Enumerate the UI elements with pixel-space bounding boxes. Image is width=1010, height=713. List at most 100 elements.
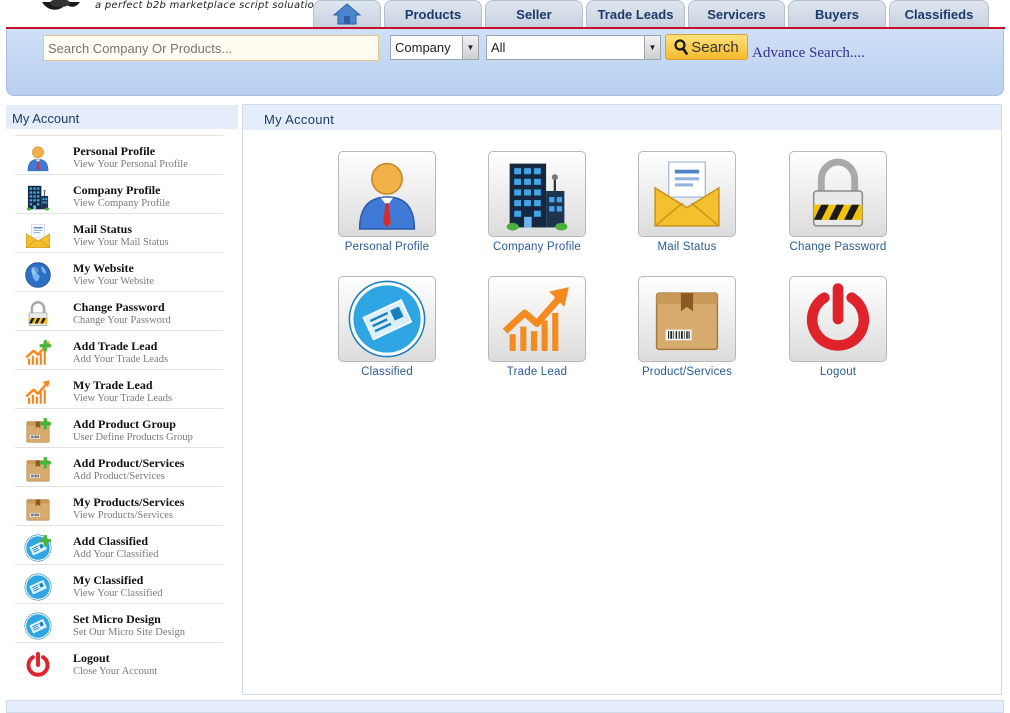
page-title: My Account — [243, 105, 1001, 130]
tile-personal-profile[interactable]: Personal Profile — [294, 151, 444, 269]
search-type-value: Company — [395, 40, 451, 55]
sidebar-item-subtitle: View Company Profile — [73, 198, 170, 209]
tab-servicers[interactable]: Servicers — [688, 0, 785, 27]
tile-icon-box — [638, 276, 736, 362]
sidebar: My Account Personal Profile View Your Pe… — [6, 105, 238, 682]
sidebar-item-subtitle: User Define Products Group — [73, 432, 193, 443]
sidebar-item-add-trade-lead[interactable]: Add Trade Lead Add Your Trade Leads — [15, 331, 223, 370]
chart-add-icon — [23, 339, 53, 367]
box-add-icon — [23, 417, 53, 445]
tile-icon-box — [638, 151, 736, 237]
box-icon — [649, 281, 725, 357]
box-icon — [23, 495, 53, 523]
sidebar-item-subtitle: View Products/Services — [73, 510, 173, 521]
tab-home[interactable] — [313, 0, 381, 27]
search-button[interactable]: Search — [665, 34, 748, 60]
classified-icon — [347, 279, 427, 359]
tile-label: Change Password — [789, 241, 887, 253]
chart-growth-icon — [499, 281, 575, 357]
mail-icon — [649, 156, 725, 232]
power-icon — [800, 281, 876, 357]
sidebar-item-subtitle: View Your Classified — [73, 588, 163, 599]
tab-products[interactable]: Products — [384, 0, 482, 27]
sidebar-item-title: Mail Status — [73, 222, 133, 236]
advance-search-link[interactable]: Advance Search.... — [752, 45, 865, 62]
sidebar-item-subtitle: Add Product/Services — [73, 471, 165, 482]
sidebar-menu: Personal Profile View Your Personal Prof… — [6, 135, 238, 682]
home-icon — [333, 3, 361, 25]
chart-growth-icon — [23, 378, 53, 406]
sidebar-item-personal-profile[interactable]: Personal Profile View Your Personal Prof… — [15, 135, 223, 175]
sidebar-item-title: My Products/Services — [73, 495, 185, 509]
padlock-icon — [23, 300, 53, 328]
sidebar-item-title: My Website — [73, 261, 134, 275]
sidebar-item-title: My Classified — [73, 573, 144, 587]
chevron-down-icon: ▼ — [462, 36, 478, 59]
sidebar-item-title: My Trade Lead — [73, 378, 153, 392]
sidebar-item-title: Set Micro Design — [73, 612, 161, 626]
search-button-label: Search — [691, 38, 739, 56]
classified-icon — [23, 612, 53, 640]
sidebar-item-add-product-services[interactable]: Add Product/Services Add Product/Service… — [15, 448, 223, 487]
sidebar-item-title: Add Product Group — [73, 417, 176, 431]
main-panel: My Account Personal Profile Company Prof… — [242, 104, 1002, 695]
sidebar-item-subtitle: Set Our Micro Site Design — [73, 627, 185, 638]
user-profile-icon — [23, 144, 53, 172]
classified-add-icon — [23, 534, 53, 562]
search-bar: Company ▼ All ▼ Search Advance Search...… — [6, 29, 1004, 96]
top-bar: a perfect b2b marketplace script soluati… — [0, 0, 1010, 28]
sidebar-item-subtitle: View Your Mail Status — [73, 237, 169, 248]
box-add-icon — [23, 456, 53, 484]
tab-seller[interactable]: Seller — [485, 0, 583, 27]
building-icon — [23, 183, 53, 211]
tile-trade-lead[interactable]: Trade Lead — [444, 276, 594, 394]
tile-product-services[interactable]: Product/Services — [594, 276, 744, 394]
power-icon — [23, 651, 53, 679]
sidebar-item-logout[interactable]: Logout Close Your Account — [15, 643, 223, 682]
sidebar-item-set-micro-design[interactable]: Set Micro Design Set Our Micro Site Desi… — [15, 604, 223, 643]
mail-icon — [23, 222, 53, 250]
sidebar-item-mail-status[interactable]: Mail Status View Your Mail Status — [15, 214, 223, 253]
sidebar-item-title: Add Product/Services — [73, 456, 185, 470]
sidebar-item-add-classified[interactable]: Add Classified Add Your Classified — [15, 526, 223, 565]
tile-logout[interactable]: Logout — [745, 276, 895, 394]
tile-mail-status[interactable]: Mail Status — [594, 151, 744, 269]
tile-change-password[interactable]: Change Password — [745, 151, 895, 269]
sidebar-item-my-trade-lead[interactable]: My Trade Lead View Your Trade Leads — [15, 370, 223, 409]
tile-icon-box — [488, 276, 586, 362]
search-input[interactable] — [43, 35, 379, 61]
tab-buyers[interactable]: Buyers — [788, 0, 886, 27]
globe-icon — [23, 261, 53, 289]
search-category-select[interactable]: All ▼ — [486, 35, 661, 60]
sidebar-item-title: Company Profile — [73, 183, 161, 197]
sidebar-item-my-products-services[interactable]: My Products/Services View Products/Servi… — [15, 487, 223, 526]
tile-classified[interactable]: Classified — [294, 276, 444, 394]
sidebar-item-add-product-group[interactable]: Add Product Group User Define Products G… — [15, 409, 223, 448]
search-icon — [674, 39, 689, 55]
search-category-value: All — [491, 40, 506, 55]
user-profile-icon — [349, 156, 425, 232]
tab-classifieds[interactable]: Classifieds — [889, 0, 989, 27]
logo-icon — [42, 0, 80, 10]
tile-company-profile[interactable]: Company Profile — [444, 151, 594, 269]
sidebar-item-my-website[interactable]: My Website View Your Website — [15, 253, 223, 292]
sidebar-item-my-classified[interactable]: My Classified View Your Classified — [15, 565, 223, 604]
sidebar-item-subtitle: Close Your Account — [73, 666, 158, 677]
building-icon — [499, 156, 575, 232]
sidebar-item-subtitle: Change Your Password — [73, 315, 171, 326]
search-type-select[interactable]: Company ▼ — [390, 35, 479, 60]
tab-trade-leads[interactable]: Trade Leads — [586, 0, 685, 27]
tagline: a perfect b2b marketplace script soluati… — [95, 0, 321, 11]
tile-icon-box — [789, 276, 887, 362]
sidebar-title: My Account — [6, 105, 238, 129]
tile-label: Logout — [819, 366, 857, 378]
sidebar-item-title: Personal Profile — [73, 144, 156, 158]
tile-icon-box — [789, 151, 887, 237]
sidebar-item-title: Logout — [73, 651, 110, 665]
padlock-icon — [800, 156, 876, 232]
tile-icon-box — [488, 151, 586, 237]
sidebar-item-company-profile[interactable]: Company Profile View Company Profile — [15, 175, 223, 214]
sidebar-item-change-password[interactable]: Change Password Change Your Password — [15, 292, 223, 331]
sidebar-item-title: Add Classified — [73, 534, 149, 548]
sidebar-item-subtitle: Add Your Classified — [73, 549, 159, 560]
